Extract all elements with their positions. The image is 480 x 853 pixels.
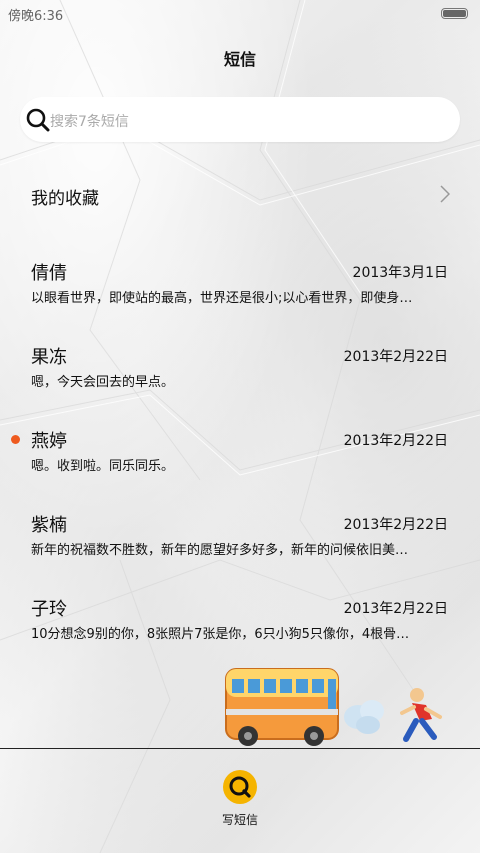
message-date: 2013年2月22日 [343,433,448,449]
message-preview: 新年的祝福数不胜数，新年的愿望好多好多，新年的问候依旧美… [31,543,409,558]
running-person-icon [400,688,442,742]
status-bar: 傍晚6:36 [0,0,480,26]
message-date: 2013年2月22日 [343,517,448,533]
message-date: 2013年3月1日 [352,265,448,281]
message-preview: 嗯。收到啦。同乐同乐。 [31,459,175,474]
message-date: 2013年2月22日 [343,601,448,617]
conversation-item[interactable]: 倩倩 2013年3月1日 以眼看世界，即使站的最高，世界还是很小;以心看世界，即… [0,259,480,319]
message-preview: 嗯，今天会回去的早点。 [31,375,175,390]
favorites-row[interactable]: 我的收藏 [0,172,480,218]
search-input[interactable]: 搜索7条短信 [20,97,460,142]
bus-illustration [225,668,442,746]
compose-button[interactable]: 写短信 [220,769,260,829]
conversation-item[interactable]: 子玲 2013年2月22日 10分想念9别的你，8张照片7张是你，6只小狗5只像… [0,595,480,655]
favorites-label: 我的收藏 [31,189,99,209]
compose-search-icon [223,770,257,804]
battery-icon [441,8,468,19]
exhaust-cloud-icon [344,700,384,734]
conversation-item[interactable]: 果冻 2013年2月22日 嗯，今天会回去的早点。 [0,343,480,403]
conversation-item[interactable]: 紫楠 2013年2月22日 新年的祝福数不胜数，新年的愿望好多好多，新年的问候依… [0,511,480,571]
status-time: 傍晚6:36 [8,9,64,24]
bus-icon [225,668,339,746]
conversation-item[interactable]: 燕婷 2013年2月22日 嗯。收到啦。同乐同乐。 [0,427,480,487]
bottom-bar: 写短信 [0,748,480,853]
contact-name: 果冻 [31,347,67,368]
contact-name: 倩倩 [31,263,67,284]
unread-dot [11,435,20,444]
contact-name: 紫楠 [31,515,67,536]
chevron-right-icon [440,185,450,203]
search-icon [26,108,50,132]
contact-name: 子玲 [31,599,67,620]
message-date: 2013年2月22日 [343,349,448,365]
search-placeholder: 搜索7条短信 [50,114,129,130]
message-preview: 以眼看世界，即使站的最高，世界还是很小;以心看世界，即使身… [31,291,413,306]
page-title: 短信 [223,50,256,69]
contact-name: 燕婷 [31,431,67,452]
message-preview: 10分想念9别的你，8张照片7张是你，6只小狗5只像你，4根骨… [31,627,410,642]
compose-label: 写短信 [221,813,258,827]
